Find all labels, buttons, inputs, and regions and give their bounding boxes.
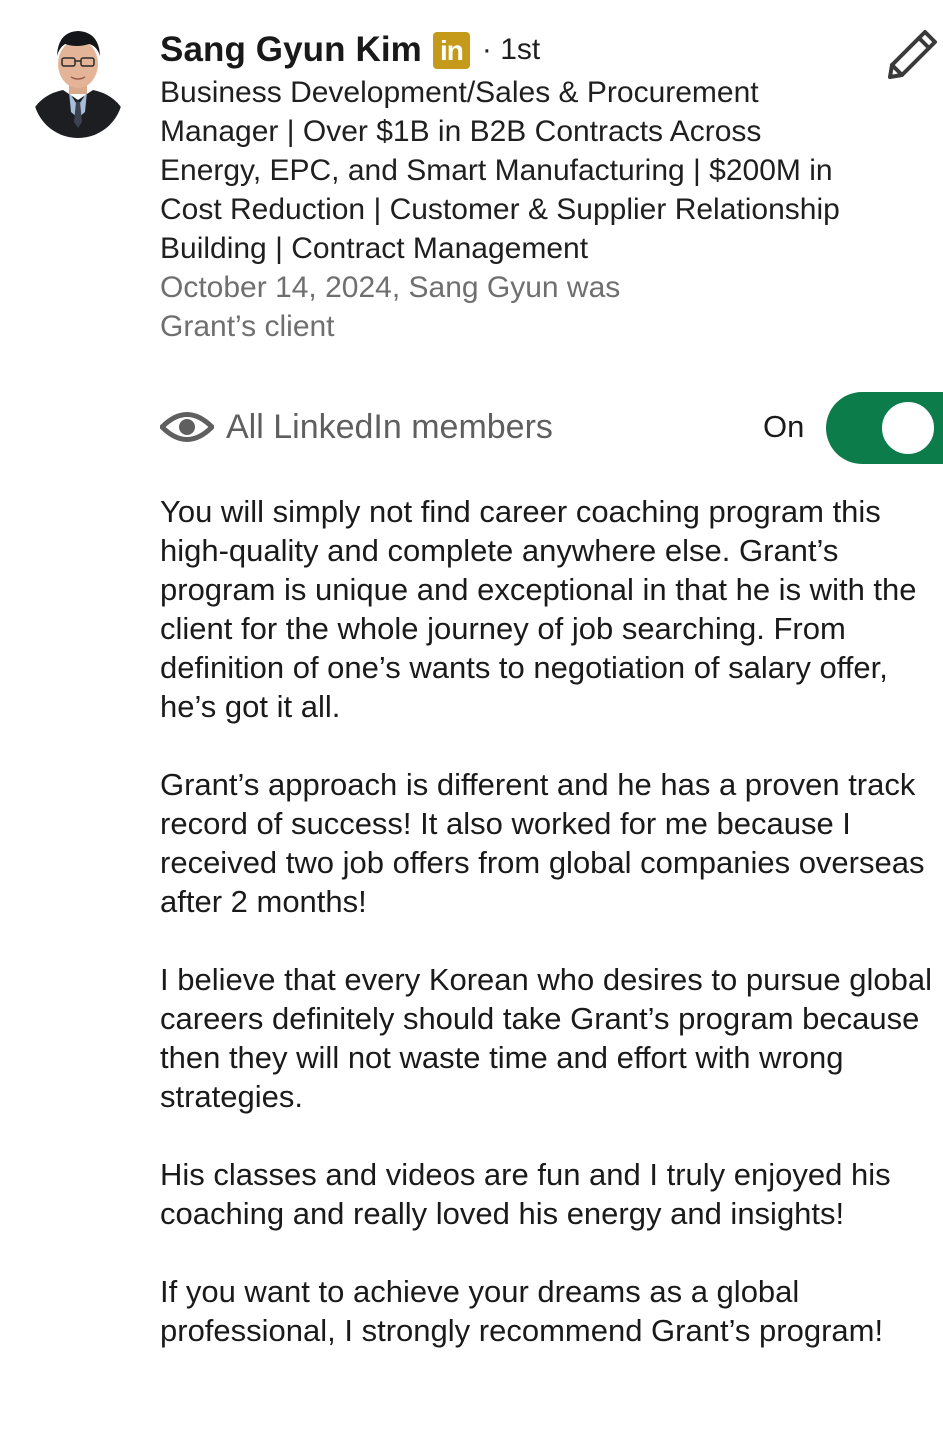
recommendation-paragraph: You will simply not find career coaching… — [160, 494, 917, 724]
name-row: Sang Gyun Kim in · 1st — [160, 28, 930, 72]
linkedin-badge-text: in — [439, 35, 464, 66]
recommender-header: Sang Gyun Kim in · 1st Business Developm… — [160, 28, 930, 346]
recommendation-paragraph: I believe that every Korean who desires … — [160, 962, 933, 1114]
recommendation-meta: October 14, 2024, Sang Gyun was Grant’s … — [160, 271, 621, 343]
recommendation-text: You will simply not find career coaching… — [160, 492, 935, 1389]
visibility-toggle[interactable] — [826, 392, 943, 464]
visibility-row: All LinkedIn members On — [160, 392, 943, 464]
recommendation-paragraph: His classes and videos are fun and I tru… — [160, 1157, 891, 1231]
visibility-label: All LinkedIn members — [226, 408, 553, 446]
connection-degree: · 1st — [481, 33, 541, 66]
recommendation-paragraph: Grant’s approach is different and he has… — [160, 767, 925, 919]
profile-photo — [33, 22, 123, 138]
avatar[interactable] — [33, 22, 123, 138]
eye-icon — [160, 412, 214, 442]
recommendation-paragraph: If you want to achieve your dreams as a … — [160, 1274, 884, 1348]
toggle-state-label: On — [763, 409, 805, 444]
recommender-name[interactable]: Sang Gyun Kim — [160, 30, 422, 70]
linkedin-icon: in — [432, 31, 470, 69]
toggle-knob — [880, 400, 936, 456]
recommender-headline: Business Development/Sales & Procurement… — [160, 76, 840, 265]
